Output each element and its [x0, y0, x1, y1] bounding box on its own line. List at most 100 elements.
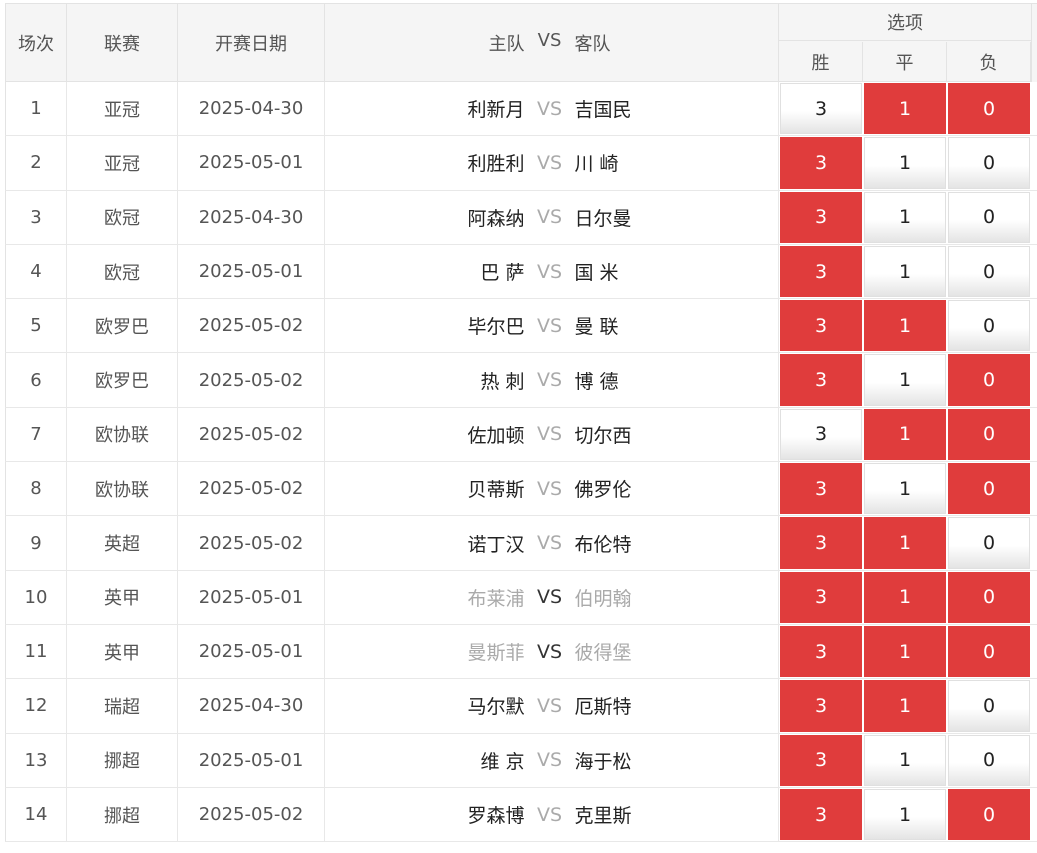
option-lose-button[interactable]: 0 [948, 734, 1030, 786]
header-changci: 场次 [6, 4, 67, 82]
home-team: 曼斯菲 [467, 642, 525, 665]
row-match: 巴 萨 VS 国 米 [325, 244, 779, 299]
row-match: 热 刺 VS 博 德 [325, 353, 779, 407]
row-match: 诺丁汉 VS 布伦特 [325, 516, 779, 570]
row-date: 2025-05-01 [178, 244, 325, 299]
option-win-button[interactable]: 3 [780, 680, 862, 732]
option-lose-button[interactable]: 0 [948, 245, 1030, 298]
home-team: 罗森博 [467, 805, 525, 827]
option-win-button[interactable]: 3 [780, 300, 862, 352]
option-lose-button[interactable]: 0 [948, 680, 1030, 732]
option-draw-button[interactable]: 1 [864, 245, 946, 298]
vs-label: VS [536, 477, 563, 500]
vs-label: VS [536, 586, 563, 609]
away-team: 海于松 [574, 750, 632, 773]
option-draw-button[interactable]: 1 [864, 300, 946, 352]
option-lose-button[interactable]: 0 [948, 83, 1030, 135]
table-row: 2 亚冠 2025-05-01 利胜利 VS 川 崎 3 1 0 [5, 136, 1037, 191]
row-match: 利新月 VS 吉国民 [325, 82, 779, 136]
option-draw-button[interactable]: 1 [864, 83, 946, 135]
option-win-button[interactable]: 3 [780, 245, 862, 298]
option-lose-button[interactable]: 0 [948, 191, 1030, 243]
row-match: 布莱浦 VS 伯明翰 [325, 570, 779, 624]
row-date: 2025-05-02 [178, 353, 325, 407]
option-draw-button[interactable]: 1 [864, 408, 946, 461]
option-win-button[interactable]: 3 [780, 408, 862, 461]
option-lose-button[interactable]: 0 [948, 300, 1030, 352]
option-draw-button[interactable]: 1 [864, 191, 946, 243]
vs-label: VS [536, 423, 563, 446]
row-league: 亚冠 [67, 136, 178, 190]
vs-label: VS [536, 640, 563, 663]
vs-label: VS [536, 532, 563, 555]
row-index: 6 [6, 353, 67, 407]
option-lose-button[interactable]: 0 [948, 788, 1030, 841]
header-opt-win: 胜 [779, 42, 863, 82]
row-league: 瑞超 [67, 679, 178, 733]
option-lose-button[interactable]: 0 [948, 463, 1030, 515]
row-league: 英甲 [67, 624, 178, 679]
option-lose-button[interactable]: 0 [948, 517, 1030, 569]
table-header: 场次 联赛 开赛日期 主队 VS 客队 选项 胜 平 负 [5, 3, 1037, 82]
option-draw-button[interactable]: 1 [864, 734, 946, 786]
option-draw-button[interactable]: 1 [864, 680, 946, 732]
home-team: 贝蒂斯 [467, 479, 525, 502]
option-win-button[interactable]: 3 [780, 517, 862, 569]
option-win-button[interactable]: 3 [780, 571, 862, 623]
vs-label: VS [536, 260, 563, 283]
table-row: 11 英甲 2025-05-01 曼斯菲 VS 彼得堡 3 1 0 [5, 624, 1037, 680]
vs-label: VS [536, 694, 563, 717]
option-win-button[interactable]: 3 [780, 137, 862, 189]
option-lose-button[interactable]: 0 [948, 137, 1030, 189]
away-team: 克里斯 [574, 805, 632, 827]
option-win-button[interactable]: 3 [780, 354, 862, 406]
row-index: 3 [6, 190, 67, 244]
row-league: 欧罗巴 [67, 299, 178, 353]
option-win-button[interactable]: 3 [780, 191, 862, 243]
option-draw-button[interactable]: 1 [864, 354, 946, 406]
option-draw-button[interactable]: 1 [864, 137, 946, 189]
home-team: 诺丁汉 [467, 533, 525, 556]
option-win-button[interactable]: 3 [780, 625, 862, 678]
header-league: 联赛 [67, 4, 178, 82]
away-team: 切尔西 [574, 424, 632, 447]
option-lose-button[interactable]: 0 [948, 408, 1030, 461]
option-draw-button[interactable]: 1 [864, 517, 946, 569]
option-draw-button[interactable]: 1 [864, 571, 946, 623]
away-team: 曼 联 [574, 316, 619, 339]
row-index: 9 [6, 516, 67, 570]
row-date: 2025-05-02 [178, 299, 325, 353]
vs-label: VS [536, 749, 563, 772]
home-team: 利新月 [467, 99, 525, 122]
vs-label: VS [536, 369, 563, 392]
row-league: 欧协联 [67, 462, 178, 516]
option-win-button[interactable]: 3 [780, 83, 862, 135]
table-row: 5 欧罗巴 2025-05-02 毕尔巴 VS 曼 联 3 1 0 [5, 299, 1037, 354]
home-team: 利胜利 [467, 153, 525, 176]
match-table: 场次 联赛 开赛日期 主队 VS 客队 选项 胜 平 负 1 亚冠 2025-0… [5, 3, 1037, 843]
option-draw-button[interactable]: 1 [864, 625, 946, 678]
header-opt-lose: 负 [947, 42, 1031, 82]
row-league: 欧协联 [67, 407, 178, 462]
table-row: 3 欧冠 2025-04-30 阿森纳 VS 日尔曼 3 1 0 [5, 190, 1037, 245]
header-date: 开赛日期 [178, 4, 325, 82]
away-team: 日尔曼 [574, 207, 632, 230]
row-date: 2025-05-02 [178, 407, 325, 462]
row-league: 欧罗巴 [67, 353, 178, 407]
row-date: 2025-04-30 [178, 190, 325, 244]
row-date: 2025-05-02 [178, 516, 325, 570]
row-match: 维 京 VS 海于松 [325, 733, 779, 787]
away-team: 彼得堡 [574, 642, 632, 665]
option-win-button[interactable]: 3 [780, 734, 862, 786]
home-team: 布莱浦 [467, 587, 525, 610]
option-draw-button[interactable]: 1 [864, 788, 946, 841]
table-row: 1 亚冠 2025-04-30 利新月 VS 吉国民 3 1 0 [5, 82, 1037, 137]
option-win-button[interactable]: 3 [780, 463, 862, 515]
table-body: 1 亚冠 2025-04-30 利新月 VS 吉国民 3 1 0 2 亚冠 20… [5, 82, 1037, 843]
row-index: 2 [6, 136, 67, 190]
option-win-button[interactable]: 3 [780, 788, 862, 841]
option-lose-button[interactable]: 0 [948, 625, 1030, 678]
option-draw-button[interactable]: 1 [864, 463, 946, 515]
option-lose-button[interactable]: 0 [948, 354, 1030, 406]
option-lose-button[interactable]: 0 [948, 571, 1030, 623]
